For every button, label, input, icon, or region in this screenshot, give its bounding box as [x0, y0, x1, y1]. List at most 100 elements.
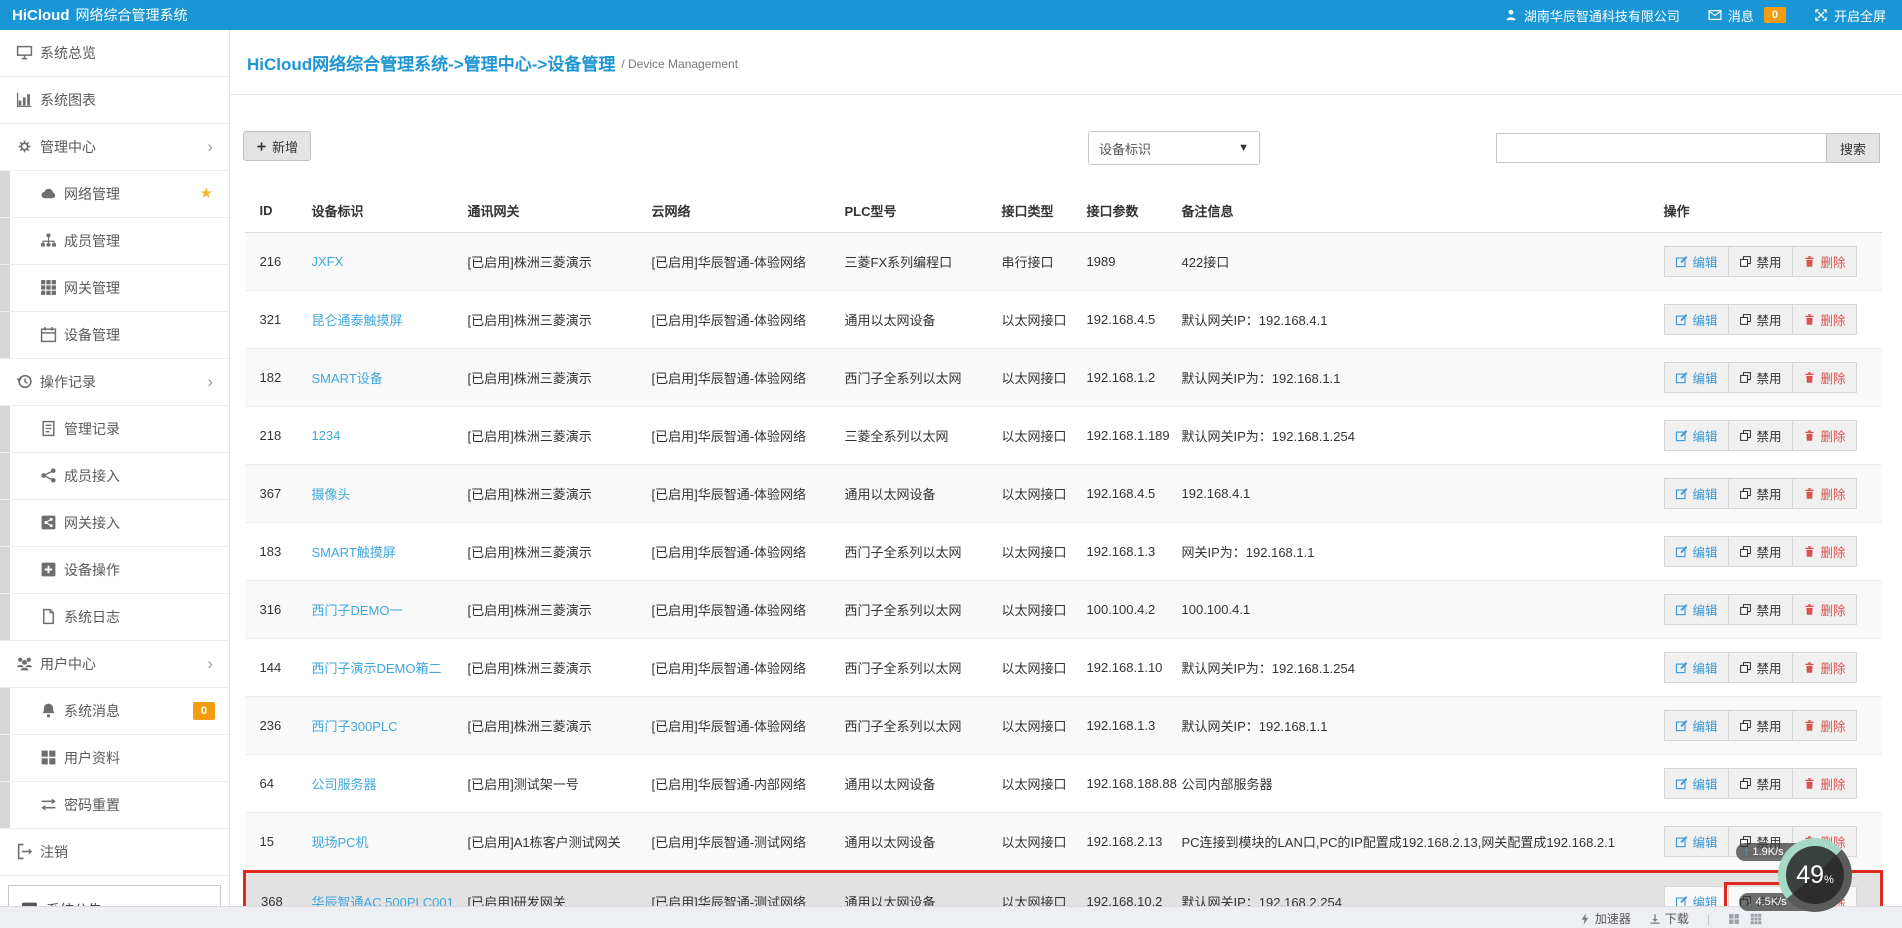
sidebar-item-member-management[interactable]: 成员管理: [0, 218, 229, 265]
company-menu[interactable]: 湖南华辰智通科技有限公司: [1504, 6, 1680, 25]
device-name-link[interactable]: 摄像头: [312, 487, 351, 502]
disable-icon: [1739, 487, 1752, 500]
sidebar-item-management-center[interactable]: 管理中心 ›: [0, 124, 229, 171]
device-name-link[interactable]: 1234: [312, 428, 341, 443]
delete-button[interactable]: 删除: [1791, 478, 1857, 509]
delete-button[interactable]: 删除: [1791, 768, 1857, 799]
edit-button[interactable]: 编辑: [1663, 768, 1729, 799]
messages-menu[interactable]: 消息 0: [1708, 6, 1786, 25]
delete-button[interactable]: 删除: [1791, 594, 1857, 625]
add-device-button[interactable]: 新增: [243, 131, 312, 161]
cell-gateway: [已启用]株洲三菱演示: [452, 522, 637, 581]
edit-button[interactable]: 编辑: [1663, 304, 1729, 335]
cell-iface: 以太网接口: [986, 406, 1072, 465]
cell-actions: 编辑 禁用 删除: [1648, 580, 1882, 639]
sidebar-item-system-messages[interactable]: 系统消息 0: [0, 688, 229, 735]
edit-button[interactable]: 编辑: [1663, 710, 1729, 741]
cell-id: 183: [244, 522, 297, 581]
device-filter-value: 设备标识: [1099, 141, 1152, 157]
edit-button[interactable]: 编辑: [1663, 246, 1729, 277]
disable-icon: [1739, 255, 1752, 268]
sidebar-item-gateway-management[interactable]: 网关管理: [0, 265, 229, 312]
sidebar-item-device-management[interactable]: 设备管理: [0, 312, 229, 359]
sidebar-item-user-center[interactable]: 用户中心 ›: [0, 641, 229, 688]
disable-button[interactable]: 禁用: [1727, 710, 1793, 741]
file-icon: [40, 597, 57, 614]
sidebar-item-management-records[interactable]: 管理记录: [0, 406, 229, 453]
sidebar-item-label: 系统消息: [64, 703, 120, 719]
disable-button[interactable]: 禁用: [1727, 362, 1793, 393]
delete-button[interactable]: 删除: [1791, 304, 1857, 335]
cell-param: 192.168.1.2: [1071, 348, 1167, 407]
device-name-link[interactable]: 公司服务器: [312, 777, 377, 792]
disable-button[interactable]: 禁用: [1727, 420, 1793, 451]
sidebar-item-user-profile[interactable]: 用户资料: [0, 735, 229, 782]
browser-tool-icon[interactable]: [1728, 913, 1740, 925]
network-speed-widget[interactable]: ↑ 1.9K/s ↓ 4.5K/s 49 %: [1736, 838, 1852, 912]
sidebar-item-gateway-access[interactable]: 网关接入: [0, 500, 229, 547]
device-name-link[interactable]: JXFX: [312, 254, 344, 269]
accelerator-button[interactable]: 加速器: [1579, 910, 1631, 927]
sitemap-icon: [40, 221, 57, 238]
disable-button[interactable]: 禁用: [1727, 246, 1793, 277]
sidebar-item-label: 系统日志: [64, 609, 120, 625]
sidebar-item-label: 设备管理: [64, 327, 120, 343]
edit-label: 编辑: [1692, 546, 1718, 560]
disable-button[interactable]: 禁用: [1727, 594, 1793, 625]
device-name-link[interactable]: SMART触摸屏: [312, 545, 396, 560]
sidebar-item-network-management[interactable]: 网络管理 ★: [0, 171, 229, 218]
edit-button[interactable]: 编辑: [1663, 826, 1729, 857]
disable-button[interactable]: 禁用: [1727, 652, 1793, 683]
device-name-link[interactable]: 西门子DEMO一: [312, 603, 403, 618]
plus-square-icon: [40, 550, 57, 567]
toggle-label: 禁用: [1756, 720, 1782, 734]
grid-icon: [40, 279, 57, 296]
edit-button[interactable]: 编辑: [1663, 594, 1729, 625]
download-button[interactable]: 下载: [1649, 910, 1689, 927]
delete-button[interactable]: 删除: [1791, 420, 1857, 451]
browser-tool-icon[interactable]: [1750, 913, 1762, 925]
disable-icon: [1739, 371, 1752, 384]
disable-button[interactable]: 禁用: [1727, 304, 1793, 335]
delete-button[interactable]: 删除: [1791, 246, 1857, 277]
sidebar-item-logout[interactable]: 注销: [0, 829, 229, 876]
edit-button[interactable]: 编辑: [1663, 536, 1729, 567]
search-input[interactable]: [1495, 133, 1826, 163]
messages-label: 消息: [1727, 8, 1754, 24]
device-name-link[interactable]: SMART设备: [312, 371, 383, 386]
sidebar-item-device-operation[interactable]: 设备操作: [0, 547, 229, 594]
brand-name: HiCloud: [12, 7, 70, 24]
edit-button[interactable]: 编辑: [1663, 652, 1729, 683]
edit-button[interactable]: 编辑: [1663, 420, 1729, 451]
sidebar-item-system-charts[interactable]: 系统图表: [0, 77, 229, 124]
toggle-label: 禁用: [1756, 662, 1782, 676]
sidebar-item-operation-records[interactable]: 操作记录 ›: [0, 359, 229, 406]
device-name-link[interactable]: 昆仑通泰触摸屏: [312, 313, 403, 328]
sidebar-item-system-overview[interactable]: 系统总览: [0, 30, 229, 77]
device-name-link[interactable]: 西门子300PLC: [312, 719, 398, 734]
delete-button[interactable]: 删除: [1791, 652, 1857, 683]
search-button[interactable]: 搜索: [1825, 133, 1880, 163]
edit-button[interactable]: 编辑: [1663, 478, 1729, 509]
sidebar-item-password-reset[interactable]: 密码重置: [0, 782, 229, 829]
usage-gauge[interactable]: 49 %: [1778, 838, 1852, 912]
row-actions: 编辑 禁用 删除: [1663, 768, 1857, 799]
device-filter-select[interactable]: 设备标识 ▼: [1088, 131, 1260, 165]
disable-button[interactable]: 禁用: [1727, 536, 1793, 567]
cell-iface: 串行接口: [986, 232, 1072, 291]
delete-button[interactable]: 删除: [1791, 362, 1857, 393]
device-name-link[interactable]: 西门子演示DEMO箱二: [312, 661, 442, 676]
gears-icon: [16, 127, 33, 144]
disable-button[interactable]: 禁用: [1727, 768, 1793, 799]
edit-button[interactable]: 编辑: [1663, 362, 1729, 393]
cell-param: 192.168.1.3: [1071, 522, 1167, 581]
disable-button[interactable]: 禁用: [1727, 478, 1793, 509]
delete-button[interactable]: 删除: [1791, 710, 1857, 741]
sidebar-item-system-log[interactable]: 系统日志: [0, 594, 229, 641]
device-name-link[interactable]: 现场PC机: [312, 835, 369, 850]
sidebar-item-label: 操作记录: [40, 374, 96, 390]
sidebar-item-member-access[interactable]: 成员接入: [0, 453, 229, 500]
delete-button[interactable]: 删除: [1791, 536, 1857, 567]
fullscreen-button[interactable]: 开启全屏: [1814, 6, 1886, 25]
cell-note: 默认网关IP为：192.168.1.254: [1166, 638, 1649, 697]
